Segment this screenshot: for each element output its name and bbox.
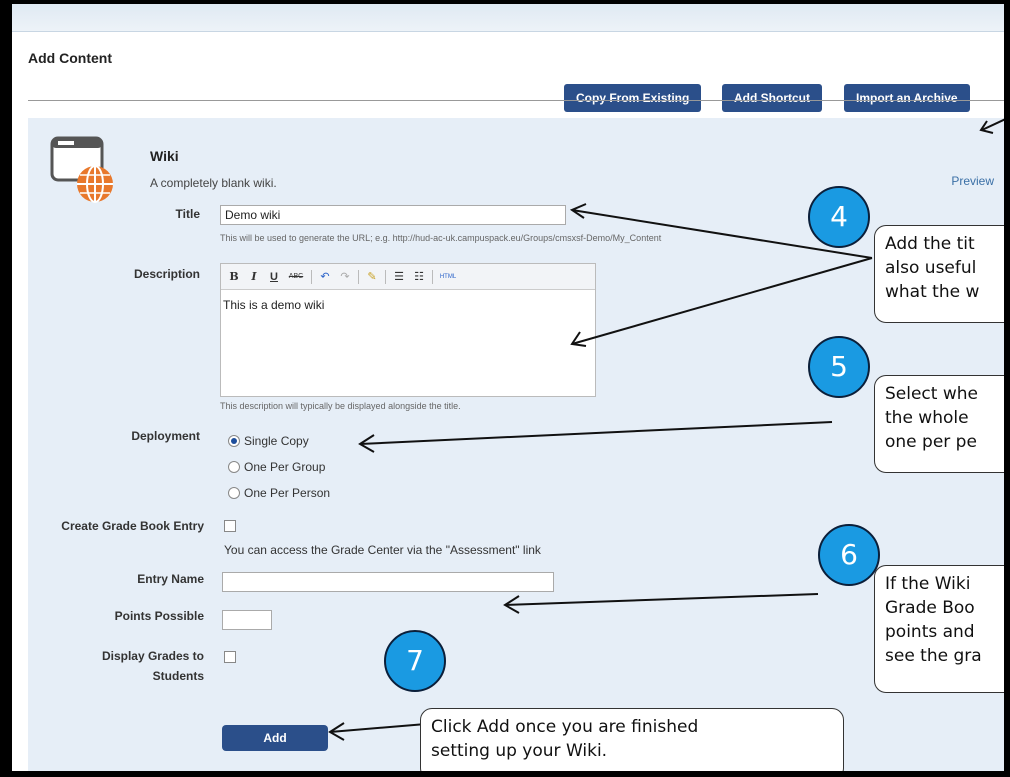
- screenshot-frame: Add Content Copy From Existing Add Short…: [0, 0, 1010, 777]
- arrow-to-points: [504, 593, 819, 606]
- callout-line: setting up your Wiki.: [431, 741, 608, 761]
- arrow-to-deployment: [359, 421, 833, 445]
- callout-line: one per pe: [885, 432, 977, 452]
- callout-line: Add the tit: [885, 234, 975, 254]
- callout-5-badge: 5: [808, 336, 870, 398]
- callout-7-box: Click Add once you are finished setting …: [420, 708, 844, 771]
- arrow-head: [570, 331, 587, 347]
- callout-7-badge: 7: [384, 630, 446, 692]
- arrow-to-description: [571, 257, 873, 345]
- callout-line: also useful: [885, 258, 977, 278]
- callout-line: the whole: [885, 408, 969, 428]
- callout-line: Click Add once you are finished: [431, 717, 699, 737]
- arrow-to-add: [329, 723, 427, 733]
- callout-line: Select whe: [885, 384, 978, 404]
- callout-line: Grade Boo: [885, 598, 975, 618]
- callout-4-box: Add the tit also useful what the w: [874, 225, 1004, 323]
- callout-5-box: Select whe the whole one per pe: [874, 375, 1004, 473]
- callout-line: points and: [885, 622, 975, 642]
- callout-6-box: If the Wiki Grade Boo points and see the…: [874, 565, 1004, 693]
- callout-6-badge: 6: [818, 524, 880, 586]
- callout-line: see the gra: [885, 646, 982, 666]
- callout-4-badge: 4: [808, 186, 870, 248]
- callout-line: If the Wiki: [885, 574, 971, 594]
- callout-line: what the w: [885, 282, 980, 302]
